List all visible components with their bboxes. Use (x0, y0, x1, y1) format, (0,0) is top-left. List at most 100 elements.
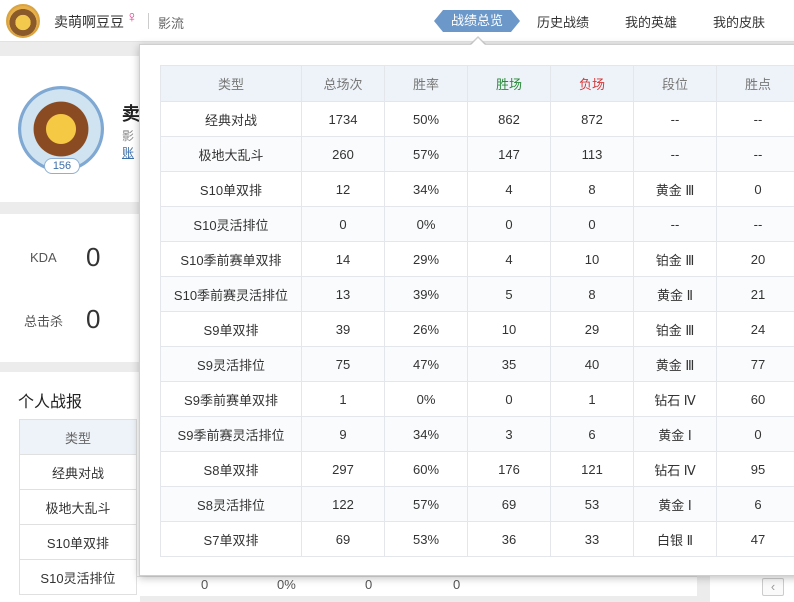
col-total-cell: 1 (301, 381, 385, 417)
player-avatar[interactable] (6, 4, 40, 38)
col-total-cell: 9 (301, 416, 385, 452)
col-winrate-cell: 57% (384, 136, 468, 172)
col-wins-cell: 69 (467, 486, 551, 522)
table-row: S10灵活排位 0 0% 0 0 -- -- (160, 206, 794, 242)
col-rank-cell: 黄金 Ⅱ (633, 276, 717, 312)
col-winrate-cell: 39% (384, 276, 468, 312)
col-type-cell: S10灵活排位 (160, 206, 302, 242)
col-rank-cell: 铂金 Ⅲ (633, 241, 717, 277)
col-wins-cell: 36 (467, 521, 551, 557)
col-losses-cell: 1 (550, 381, 634, 417)
col-lp-header: 胜点 (716, 65, 794, 102)
table-row: 极地大乱斗 260 57% 147 113 -- -- (160, 136, 794, 172)
col-lp-cell: 60 (716, 381, 794, 417)
total-kills-label: 总击杀 (24, 314, 64, 329)
col-losses-cell: 6 (550, 416, 634, 452)
col-wins-cell: 4 (467, 241, 551, 277)
col-losses-header: 负场 (550, 65, 634, 102)
popup-arrow-inner (471, 38, 485, 45)
col-lp-cell: 20 (716, 241, 794, 277)
female-symbol-icon: ♀ (126, 9, 138, 26)
col-type-cell: 经典对战 (160, 101, 302, 137)
top-bar: 卖萌啊豆豆 ♀ 影流 战绩总览 历史战绩 我的英雄 我的皮肤 (0, 0, 794, 42)
col-wins-cell: 0 (467, 206, 551, 242)
col-rank-cell: -- (633, 101, 717, 137)
col-rank-header: 段位 (633, 65, 717, 102)
stats-panel (0, 214, 140, 362)
col-type-cell: S8单双排 (160, 451, 302, 487)
tab-overview[interactable]: 战绩总览 (434, 10, 520, 32)
col-total-cell: 14 (301, 241, 385, 277)
col-winrate-cell: 26% (384, 311, 468, 347)
col-total-cell: 260 (301, 136, 385, 172)
table-row: S10单双排 (19, 524, 137, 560)
col-total-cell: 1734 (301, 101, 385, 137)
col-wins-cell: 35 (467, 346, 551, 382)
col-wins-cell: 862 (467, 101, 551, 137)
table-row: S9单双排 39 26% 10 29 铂金 Ⅲ 24 (160, 311, 794, 347)
tab-my-skins[interactable]: 我的皮肤 (713, 12, 765, 31)
col-wins-header: 胜场 (467, 65, 551, 102)
level-badge: 156 (44, 158, 80, 174)
col-winrate-cell: 53% (384, 521, 468, 557)
col-total-cell: 39 (301, 311, 385, 347)
table-row-partial: 0 0% 0 0 (137, 576, 697, 596)
table-row: S9季前赛单双排 1 0% 0 1 钻石 Ⅳ 60 (160, 381, 794, 417)
section-title: 个人战报 (18, 394, 83, 411)
col-winrate-cell: 0% (384, 381, 468, 417)
personal-report-table: 类型 经典对战 极地大乱斗 S10单双排 S10灵活排位 (19, 419, 137, 595)
table-row: S10季前赛单双排 14 29% 4 10 铂金 Ⅲ 20 (160, 241, 794, 277)
tab-history[interactable]: 历史战绩 (537, 12, 589, 31)
col-winrate-cell: 57% (384, 486, 468, 522)
col-wins-cell: 176 (467, 451, 551, 487)
col-lp-cell: 24 (716, 311, 794, 347)
col-total-cell: 13 (301, 276, 385, 312)
kda-label: KDA (30, 250, 57, 265)
divider (148, 13, 149, 29)
col-winrate-cell: 29% (384, 241, 468, 277)
col-rank-cell: 钻石 Ⅳ (633, 381, 717, 417)
col-losses-cell: 40 (550, 346, 634, 382)
table-row: 经典对战 (19, 454, 137, 490)
col-lp-cell: -- (716, 206, 794, 242)
col-winrate-cell: 0% (384, 206, 468, 242)
col-wins-cell: 0 (467, 381, 551, 417)
col-rank-cell: 铂金 Ⅲ (633, 311, 717, 347)
col-winrate-cell: 47% (384, 346, 468, 382)
col-winrate-cell: 50% (384, 101, 468, 137)
col-total-cell: 297 (301, 451, 385, 487)
col-type-cell: S10单双排 (160, 171, 302, 207)
table-header: 类型 (19, 419, 137, 455)
col-wins-cell: 147 (467, 136, 551, 172)
col-total-cell: 69 (301, 521, 385, 557)
col-losses-cell: 0 (550, 206, 634, 242)
col-total-cell: 75 (301, 346, 385, 382)
tab-my-heroes[interactable]: 我的英雄 (625, 12, 677, 31)
col-losses-cell: 29 (550, 311, 634, 347)
table-row: S9季前赛灵活排位 9 34% 3 6 黄金 Ⅰ0 (160, 416, 794, 452)
table-row: S9灵活排位 75 47% 35 40 黄金 Ⅲ 77 (160, 346, 794, 382)
col-total-header: 总场次 (301, 65, 385, 102)
col-rank-cell: -- (633, 136, 717, 172)
col-rank-cell: 黄金 Ⅲ (633, 346, 717, 382)
col-losses-cell: 121 (550, 451, 634, 487)
col-wins-cell: 10 (467, 311, 551, 347)
col-type-cell: 极地大乱斗 (160, 136, 302, 172)
server-name: 影流 (158, 16, 185, 31)
col-losses-cell: 53 (550, 486, 634, 522)
player-name: 卖萌啊豆豆 (54, 14, 124, 30)
col-type-cell: S7单双排 (160, 521, 302, 557)
col-lp-cell: 6 (716, 486, 794, 522)
profile-account-link[interactable]: 账 (122, 144, 134, 161)
col-rank-cell: 黄金 Ⅰ (633, 416, 717, 452)
col-lp-cell: 21 (716, 276, 794, 312)
profile-server: 影 (122, 129, 135, 143)
table-row: S8灵活排位 122 57% 69 53 黄金 Ⅰ6 (160, 486, 794, 522)
col-losses-cell: 113 (550, 136, 634, 172)
col-winrate-header: 胜率 (384, 65, 468, 102)
table-row: S10季前赛灵活排位 13 39% 5 8 黄金 Ⅱ 21 (160, 276, 794, 312)
scroll-left-button[interactable]: ‹ (762, 578, 784, 596)
col-rank-cell: 黄金 Ⅲ (633, 171, 717, 207)
col-type-cell: S9季前赛单双排 (160, 381, 302, 417)
col-rank-cell: 白银 Ⅱ (633, 521, 717, 557)
